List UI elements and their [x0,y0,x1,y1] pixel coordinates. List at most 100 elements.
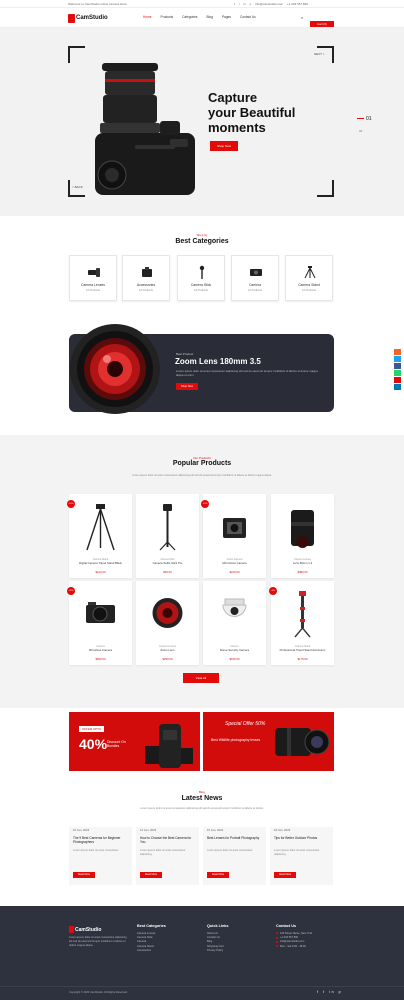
product-card[interactable]: Camera Stick Camera Selfie Stick Pro $45… [136,494,199,578]
category-card[interactable]: Camera Lenses 12 Products [69,255,117,301]
slide-next-index[interactable]: 02 [359,129,362,133]
product-name[interactable]: Camera Selfie Stick Pro [140,561,195,566]
product-name[interactable]: Professional Tripod Stand Aluminium [275,648,330,653]
news-excerpt: Lorem ipsum dolor sit amet consectetur. [73,849,119,852]
read-more-button[interactable]: Read More [207,872,229,878]
news-card[interactable]: 18 Jan, 2023 Tips for Better Outdoor Pho… [270,827,333,885]
product-name[interactable]: Mirrorless Camera [73,648,128,653]
slider-next-button[interactable]: NEXT > [314,52,325,56]
footer-link[interactable]: Privacy Policy [207,949,267,953]
read-more-button[interactable]: Read More [140,872,162,878]
news-title-text[interactable]: The 9 Best Cameras for Beginner Photogra… [73,836,129,844]
news-date: 15 Jan, 2023 [207,828,224,832]
hero-shop-button[interactable]: Shop Now [210,141,238,151]
nav-item-home[interactable]: Home [143,15,152,19]
news-card[interactable]: 10 Jan, 2023 The 9 Best Cameras for Begi… [69,827,132,885]
site-logo[interactable]: CamStudio [68,13,108,23]
product-name[interactable]: Mini Action Camera [207,561,262,566]
footer-logo[interactable]: CamStudio [69,926,101,933]
pinterest-share-icon[interactable] [394,377,401,383]
category-card[interactable]: Accessories 12 Products [122,255,170,301]
share-icon[interactable] [394,349,401,355]
linkedin-icon[interactable]: in [243,2,245,6]
nav-item-pages[interactable]: Pages [222,15,231,19]
slider-prev-button[interactable]: < BACK [72,185,83,189]
logo-text: CamStudio [76,15,108,21]
pinterest-icon[interactable]: p [250,2,252,6]
read-more-button[interactable]: Read More [73,872,95,878]
twitter-share-icon[interactable] [394,356,401,362]
pro-tripod-image [294,591,311,638]
footer-contact-text[interactable]: info@camstudio.com [280,940,304,943]
product-card[interactable]: -5% Camera Stand Professional Tripod Sta… [269,581,334,665]
product-price: $120.00 [95,570,106,574]
read-more-button[interactable]: Read More [274,872,296,878]
categories-subtitle: Shop by [196,233,208,237]
product-price: $210.00 [229,570,240,574]
linkedin-share-icon[interactable] [394,384,401,390]
news-card[interactable]: 12 Jan, 2023 How to Choose the Best Came… [136,827,199,885]
email-link[interactable]: info@camstudio.com [255,2,283,6]
facebook-icon[interactable]: f [234,2,235,6]
mail-icon [276,940,278,943]
product-card[interactable]: Camera Dome Security Camera $150.00 [203,581,266,665]
promo-banner-left[interactable]: OFFER UPTO 40% Discount On Bundles [69,712,200,771]
welcome-text: Welcome to CamStudio online camera store [68,2,127,6]
view-all-button[interactable]: View All [183,673,219,683]
hero-title-line: Capture [208,90,258,105]
news-description: Lorem ipsum dolor sit amet consectetur a… [140,807,264,810]
lens-shop-button[interactable]: Shop Now [176,383,198,390]
news-date: 10 Jan, 2023 [73,828,90,832]
logo-mark-icon [69,926,74,933]
nav-item-products[interactable]: Products [161,15,174,19]
cart-button[interactable]: Cart (0) [310,21,334,27]
hero-title: Capture your Beautiful moments [208,90,295,135]
news-card[interactable]: 15 Jan, 2023 Best Lenses for Portrait Ph… [203,827,266,885]
twitter-icon[interactable]: t [239,2,240,6]
product-card[interactable]: -10% Camera Stand Digital Camera Tripod … [67,494,132,578]
news-title-text[interactable]: Tips for Better Outdoor Photos [274,836,330,840]
product-name[interactable]: Lens 50mm 1.4 [275,561,330,566]
footer-contact-text: +1 234 567 890 [280,936,299,940]
footer-social-icons[interactable]: f t in p [317,990,343,994]
nav-item-blog[interactable]: Blog [207,15,213,19]
news-title-text[interactable]: How to Choose the Best Camera for You [140,836,196,844]
news-excerpt: Lorem ipsum dolor sit amet consectetur a… [274,849,320,856]
footer-categories: Best Categories Camera Lenses Camera Sti… [137,924,197,953]
product-card[interactable]: -20% Camera Mirrorless Camera $650.00 [67,581,132,665]
hero-slider: Capture your Beautiful moments Shop Now … [0,28,404,216]
frame-corner [68,46,85,63]
product-card[interactable]: Camera Lenses Zoom Lens $290.00 [136,581,199,665]
footer-logo-text: CamStudio [75,926,102,933]
product-card[interactable]: Camera Lenses Lens 50mm 1.4 $380.00 [271,494,334,578]
camera-icon [250,269,262,276]
product-name[interactable]: Zoom Lens [140,648,195,653]
category-card[interactable]: Camera 12 Products [231,255,279,301]
footer-link[interactable]: Accessories [137,949,197,953]
category-card[interactable]: Camera Stand 12 Products [285,255,333,301]
phone-link[interactable]: +1 234 567 890 [287,2,308,6]
category-label: Camera Stick [190,283,212,287]
promo-banner-right[interactable]: Special Offer 50% Best Wildlife photogra… [203,712,334,771]
footer-contact-item: Mon - Sat 9:00 - 18:00 [276,945,336,949]
product-name[interactable]: Digital Camera Tripod Stand Black [73,561,128,566]
promo-text: Best Wildlife photography lenses [211,738,261,742]
lens-product-image [291,510,314,548]
footer-quick-links: Quick Links About Us Contact Us Blog Sho… [207,924,267,953]
news-date: 18 Jan, 2023 [274,828,291,832]
whatsapp-share-icon[interactable] [394,370,401,376]
dome-camera-image [222,598,247,617]
product-card[interactable]: -15% Action Camera Mini Action Camera $2… [201,494,266,578]
facebook-share-icon[interactable] [394,363,401,369]
nav-item-contact[interactable]: Contact Us [240,15,256,19]
hero-title-line: moments [208,120,266,135]
product-price: $290.00 [162,657,173,661]
search-icon[interactable]: ⌕ [301,15,303,20]
news-title-text[interactable]: Best Lenses for Portrait Photography [207,836,263,840]
category-card[interactable]: Camera Stick 12 Products [177,255,225,301]
logo-mark-icon [68,13,75,23]
footer-contact-text: Mon - Sat 9:00 - 18:00 [280,944,306,948]
category-label: Camera Stand [298,283,320,287]
product-name[interactable]: Dome Security Camera [207,648,262,653]
nav-item-categories[interactable]: Categories [182,15,197,19]
